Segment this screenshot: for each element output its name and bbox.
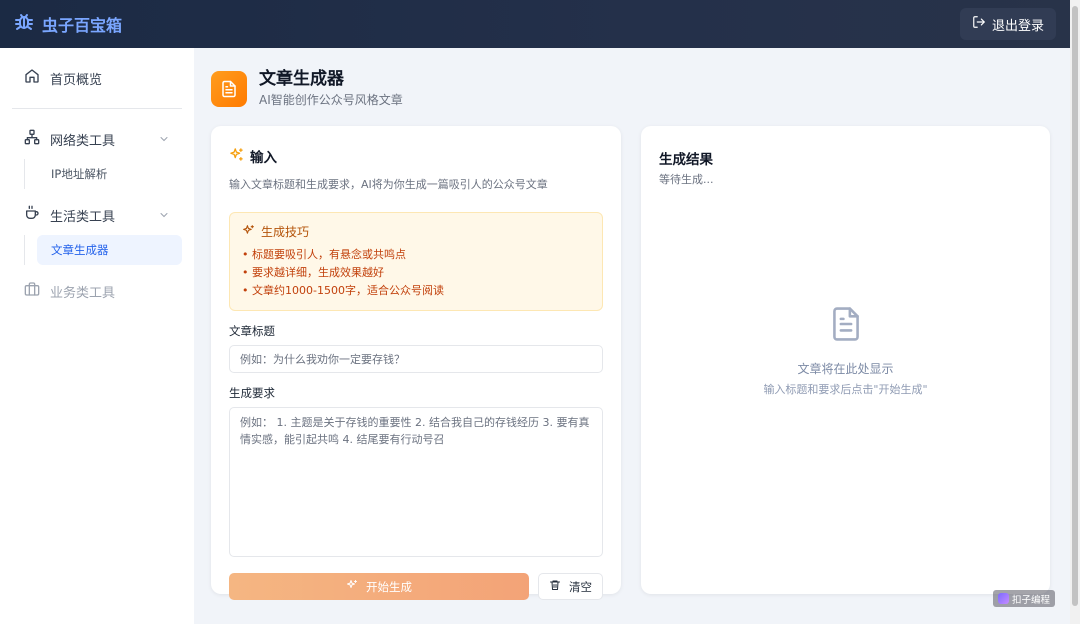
result-empty-state: 文章将在此处显示 输入标题和要求后点击"开始生成" [641, 306, 1050, 397]
article-title-input[interactable] [229, 345, 603, 373]
coffee-cup-icon [24, 205, 40, 225]
sidebar-subnav-life: 文章生成器 [24, 235, 182, 265]
watermark-badge: 扣子编程 [993, 590, 1056, 607]
sidebar-item-label: 首页概览 [50, 72, 103, 88]
bug-icon [12, 10, 36, 38]
result-status: 等待生成... [659, 173, 714, 186]
sidebar-item-article-generator[interactable]: 文章生成器 [37, 235, 182, 265]
input-actions: 开始生成 清空 [229, 573, 603, 600]
top-bar: 虫子百宝箱 退出登录 [0, 0, 1080, 48]
sidebar-subnav-network: IP地址解析 [24, 159, 182, 189]
sidebar-group-label: 生活类工具 [50, 209, 116, 225]
sidebar-group-label: 网络类工具 [50, 133, 116, 149]
page-scrollbar[interactable] [1070, 0, 1080, 624]
input-card-description: 输入文章标题和生成要求，AI将为你生成一篇吸引人的公众号文章 [229, 178, 548, 191]
sidebar-group-network[interactable]: 网络类工具 [12, 121, 182, 157]
sidebar: 首页概览 网络类工具 IP地址解析 生活类工具 文章生成器 业务类工具 [0, 48, 194, 624]
trash-icon [549, 579, 561, 594]
home-icon [24, 68, 40, 88]
chevron-down-icon [158, 209, 170, 221]
brand-name: 虫子百宝箱 [42, 16, 123, 35]
result-card-title: 生成结果 [659, 152, 713, 168]
sparkles-icon [346, 579, 358, 594]
sidebar-item-home[interactable]: 首页概览 [12, 60, 182, 96]
briefcase-icon [24, 281, 40, 301]
logout-button[interactable]: 退出登录 [959, 8, 1056, 40]
input-card: 输入 输入文章标题和生成要求，AI将为你生成一篇吸引人的公众号文章 生成技巧 •… [211, 126, 621, 600]
tips-box: 生成技巧 • 标题要吸引人，有悬念或共鸣点 • 要求越详细，生成效果越好 • 文… [229, 212, 603, 311]
clear-button[interactable]: 清空 [538, 573, 603, 600]
sparkles-icon [229, 147, 244, 166]
scrollbar-thumb[interactable] [1072, 6, 1078, 606]
watermark-text: 扣子编程 [1012, 594, 1051, 606]
tips-title: 生成技巧 [261, 225, 310, 239]
tip-item: • 要求越详细，生成效果越好 [242, 266, 384, 279]
empty-state-message: 文章将在此处显示 [797, 362, 894, 376]
sidebar-group-label: 业务类工具 [50, 285, 116, 301]
input-card-header: 输入 [229, 146, 603, 166]
input-card-title: 输入 [250, 150, 277, 166]
generate-button[interactable]: 开始生成 [229, 573, 529, 600]
document-icon [830, 307, 862, 346]
sparkles-icon [242, 224, 255, 240]
article-title-label: 文章标题 [229, 324, 275, 338]
requirements-label: 生成要求 [229, 386, 275, 400]
page-title: 文章生成器 [259, 69, 344, 89]
empty-state-hint: 输入标题和要求后点击"开始生成" [763, 383, 928, 396]
chevron-down-icon [158, 133, 170, 145]
page-subtitle: AI智能创作公众号风格文章 [259, 93, 403, 107]
sidebar-group-business[interactable]: 业务类工具 [12, 273, 182, 309]
result-card: 生成结果 等待生成... 文章将在此处显示 输入标题和要求后点击"开始生成" [641, 126, 1050, 594]
sidebar-divider [12, 108, 182, 109]
sidebar-group-life[interactable]: 生活类工具 [12, 197, 182, 233]
document-icon [211, 70, 247, 107]
coze-logo-icon [998, 593, 1009, 604]
requirements-textarea[interactable] [229, 407, 603, 557]
brand[interactable]: 虫子百宝箱 [12, 10, 122, 38]
generate-label: 开始生成 [366, 579, 412, 594]
tip-item: • 文章约1000-1500字，适合公众号阅读 [242, 284, 444, 297]
network-icon [24, 129, 40, 149]
clear-label: 清空 [569, 579, 592, 594]
tips-header: 生成技巧 [242, 223, 590, 240]
tip-item: • 标题要吸引人，有悬念或共鸣点 [242, 248, 406, 261]
logout-label: 退出登录 [991, 18, 1044, 34]
sidebar-item-ip-lookup[interactable]: IP地址解析 [37, 159, 182, 189]
page-header: 文章生成器 AI智能创作公众号风格文章 [211, 68, 403, 109]
logout-icon [972, 15, 986, 33]
